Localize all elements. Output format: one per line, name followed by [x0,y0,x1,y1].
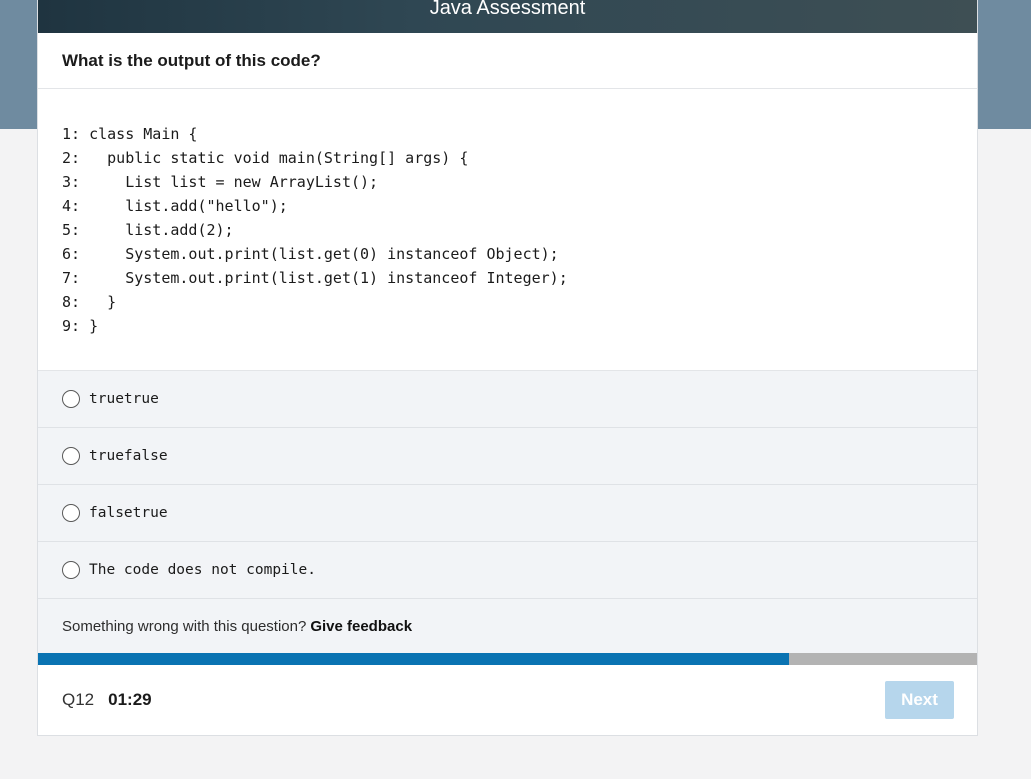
answer-options: truetrue truefalse falsetrue The code do… [38,370,977,599]
code-line: 3: List list = new ArrayList(); [62,173,379,191]
code-line: 5: list.add(2); [62,221,234,239]
option-label: The code does not compile. [89,562,316,578]
feedback-row: Something wrong with this question? Give… [38,599,977,653]
code-line: 1: class Main { [62,125,198,143]
feedback-text: Something wrong with this question? [62,617,307,635]
code-line: 9: } [62,317,99,335]
give-feedback-link[interactable]: Give feedback [310,618,412,635]
question-number: Q12 [62,690,95,709]
option-label: falsetrue [89,505,168,521]
code-line: 4: list.add("hello"); [62,197,288,215]
code-line: 7: System.out.print(list.get(1) instance… [62,269,568,287]
question-prompt: What is the output of this code? [62,50,321,70]
next-button[interactable]: Next [885,681,954,719]
answer-option-1[interactable]: truetrue [38,371,977,428]
radio-button[interactable] [62,504,80,522]
assessment-title: Java Assessment [429,0,586,19]
code-line: 6: System.out.print(list.get(0) instance… [62,245,559,263]
progress-bar-fill [38,653,790,665]
radio-button[interactable] [62,561,80,579]
assessment-footer: Q12 01:29 Next [38,665,977,735]
progress-bar [38,653,977,665]
option-label: truetrue [89,391,159,407]
answer-option-3[interactable]: falsetrue [38,485,977,542]
radio-button[interactable] [62,390,80,408]
code-line: 8: } [62,293,117,311]
answer-option-4[interactable]: The code does not compile. [38,542,977,599]
assessment-header: Java Assessment [38,0,977,33]
question-header: What is the output of this code? [38,33,977,89]
code-block: 1: class Main { 2: public static void ma… [38,89,977,370]
countdown-timer: 01:29 [108,690,152,709]
radio-button[interactable] [62,447,80,465]
answer-option-2[interactable]: truefalse [38,428,977,485]
option-label: truefalse [89,448,168,464]
assessment-card: Java Assessment What is the output of th… [37,0,978,736]
code-line: 2: public static void main(String[] args… [62,149,469,167]
